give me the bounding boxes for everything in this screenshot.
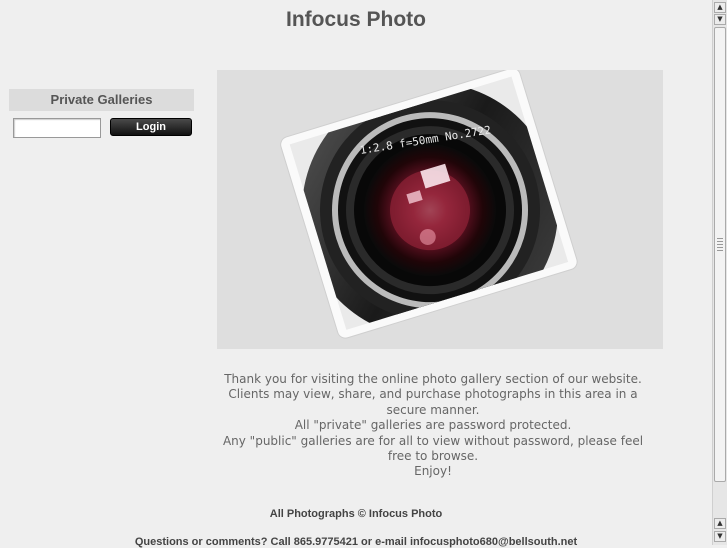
arrow-down-icon[interactable]: ▼: [714, 531, 726, 542]
arrow-up-icon[interactable]: ▲: [714, 2, 726, 13]
login-button[interactable]: Login: [110, 118, 192, 136]
vertical-scrollbar[interactable]: ▲ ▼ ▲ ▼: [712, 0, 727, 545]
arrow-down-icon[interactable]: ▼: [714, 14, 726, 25]
grip-icon: [717, 238, 723, 252]
arrow-up-icon[interactable]: ▲: [714, 518, 726, 529]
copyright-notice: All Photographs © Infocus Photo: [269, 508, 443, 520]
hero-image: 1:2.8 f=50mm No.2722: [217, 70, 663, 349]
contact-line: Questions or comments? Call 865.9775421 …: [134, 536, 578, 548]
intro-line: Thank you for visiting the online photo …: [224, 372, 642, 386]
private-galleries-heading: Private Galleries: [9, 89, 194, 111]
intro-line: Clients may view, share, and purchase ph…: [228, 387, 638, 417]
intro-line: Enjoy!: [414, 464, 452, 479]
scrollbar-thumb[interactable]: [714, 27, 726, 482]
gallery-password-input[interactable]: [13, 118, 101, 138]
camera-lens-photo: 1:2.8 f=50mm No.2722: [280, 70, 578, 339]
site-title: Infocus Photo: [286, 8, 426, 31]
intro-text: Thank you for visiting the online photo …: [210, 372, 656, 480]
intro-line: Any "public" galleries are for all to vi…: [222, 433, 644, 464]
intro-line: All "private" galleries are password pro…: [294, 418, 572, 433]
